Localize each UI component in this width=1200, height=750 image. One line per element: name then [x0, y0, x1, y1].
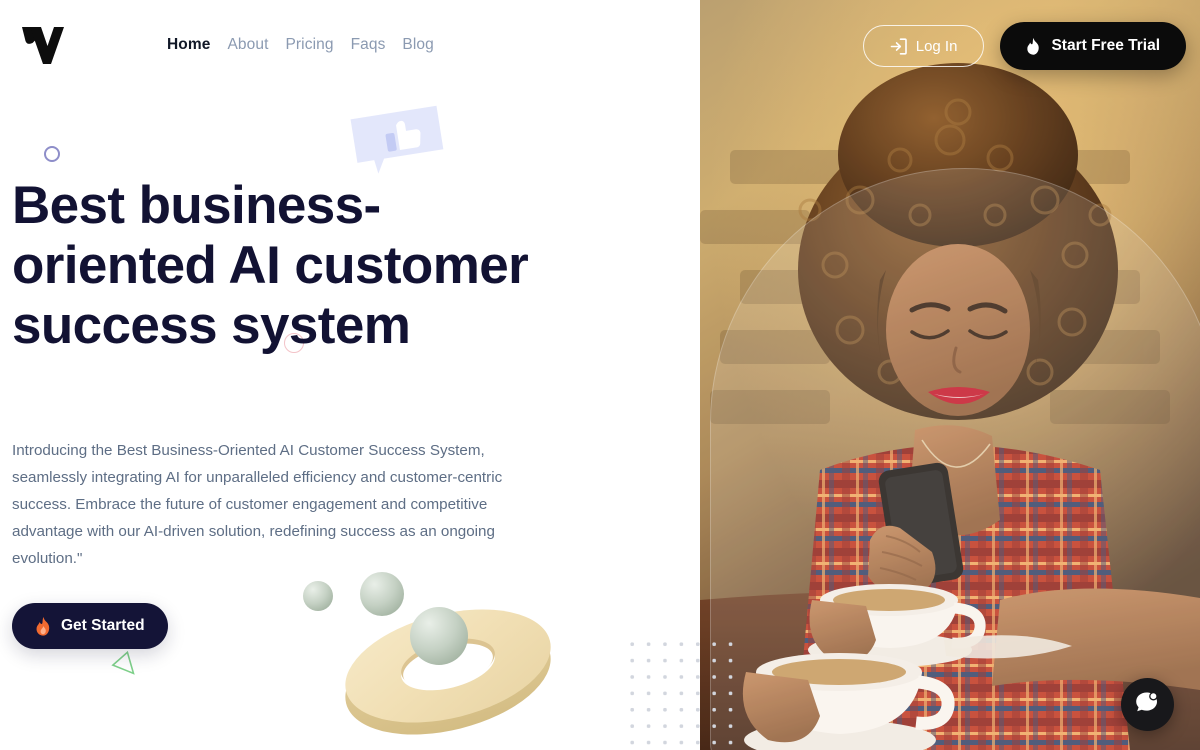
- flame-icon: [1026, 37, 1041, 55]
- login-button[interactable]: Log In: [862, 25, 985, 67]
- hero-image-panel: Log In Start Free Trial: [700, 0, 1200, 750]
- chat-bubble-icon: [1134, 689, 1161, 721]
- page-title: Best business-oriented AI customer succe…: [12, 176, 529, 355]
- start-free-trial-label: Start Free Trial: [1051, 37, 1160, 54]
- thumbs-up-bubble-icon: [347, 101, 452, 187]
- dot-grid-decoration: [622, 634, 742, 750]
- flame-icon: [35, 616, 52, 636]
- nav-item-pricing[interactable]: Pricing: [285, 36, 350, 54]
- left-content-column: Home About Pricing Faqs Blog Best busine…: [0, 0, 700, 750]
- hero-action-buttons: Log In Start Free Trial: [862, 22, 1186, 70]
- nav-item-home[interactable]: Home: [167, 36, 227, 54]
- circle-outline-decoration-icon: [44, 146, 60, 162]
- login-icon: [890, 37, 907, 55]
- nav-item-faqs[interactable]: Faqs: [351, 36, 403, 54]
- chat-widget-button[interactable]: [1121, 678, 1174, 731]
- nav-item-about[interactable]: About: [227, 36, 285, 54]
- 3d-torus-decoration: [296, 566, 558, 746]
- nav-item-blog[interactable]: Blog: [402, 36, 450, 54]
- hero-description: Introducing the Best Business-Oriented A…: [12, 442, 503, 567]
- main-nav: Home About Pricing Faqs Blog: [167, 36, 451, 54]
- hero-photo: [700, 0, 1200, 750]
- get-started-button[interactable]: Get Started: [12, 603, 168, 649]
- v-logo[interactable]: [18, 24, 66, 66]
- start-free-trial-button[interactable]: Start Free Trial: [1000, 22, 1186, 70]
- landing-page: Home About Pricing Faqs Blog Best busine…: [0, 0, 1200, 750]
- triangle-outline-decoration-icon: [109, 647, 140, 677]
- get-started-label: Get Started: [61, 617, 145, 634]
- login-label: Log In: [915, 37, 958, 55]
